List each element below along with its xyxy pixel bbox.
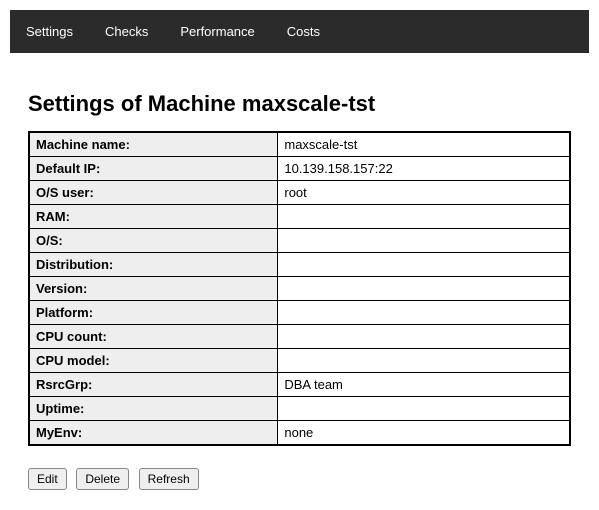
detail-label: RAM: bbox=[29, 205, 278, 229]
detail-label: RsrcGrp: bbox=[29, 373, 278, 397]
table-row: Distribution: bbox=[29, 253, 570, 277]
detail-label: Uptime: bbox=[29, 397, 278, 421]
nav-costs[interactable]: Costs bbox=[271, 10, 336, 53]
detail-value: root bbox=[278, 181, 570, 205]
delete-button[interactable]: Delete bbox=[76, 468, 129, 490]
nav-settings[interactable]: Settings bbox=[10, 10, 89, 53]
table-row: MyEnv:none bbox=[29, 421, 570, 446]
detail-label: CPU count: bbox=[29, 325, 278, 349]
table-row: Uptime: bbox=[29, 397, 570, 421]
nav-performance[interactable]: Performance bbox=[164, 10, 270, 53]
detail-label: Default IP: bbox=[29, 157, 278, 181]
table-row: Machine name:maxscale-tst bbox=[29, 132, 570, 157]
details-table: Machine name:maxscale-tstDefault IP:10.1… bbox=[28, 131, 571, 446]
table-row: CPU count: bbox=[29, 325, 570, 349]
detail-label: Version: bbox=[29, 277, 278, 301]
detail-label: Platform: bbox=[29, 301, 278, 325]
table-row: Platform: bbox=[29, 301, 570, 325]
table-row: CPU model: bbox=[29, 349, 570, 373]
detail-value bbox=[278, 229, 570, 253]
detail-value: none bbox=[278, 421, 570, 446]
page-title: Settings of Machine maxscale-tst bbox=[28, 91, 571, 117]
detail-value bbox=[278, 325, 570, 349]
table-row: O/S: bbox=[29, 229, 570, 253]
detail-label: CPU model: bbox=[29, 349, 278, 373]
edit-button[interactable]: Edit bbox=[28, 468, 67, 490]
navbar: Settings Checks Performance Costs bbox=[10, 10, 589, 53]
table-row: RAM: bbox=[29, 205, 570, 229]
refresh-button[interactable]: Refresh bbox=[139, 468, 199, 490]
detail-value: maxscale-tst bbox=[278, 132, 570, 157]
detail-value: DBA team bbox=[278, 373, 570, 397]
detail-value: 10.139.158.157:22 bbox=[278, 157, 570, 181]
detail-value bbox=[278, 205, 570, 229]
table-row: RsrcGrp:DBA team bbox=[29, 373, 570, 397]
detail-value bbox=[278, 253, 570, 277]
detail-label: O/S: bbox=[29, 229, 278, 253]
table-row: Default IP:10.139.158.157:22 bbox=[29, 157, 570, 181]
detail-label: O/S user: bbox=[29, 181, 278, 205]
detail-value bbox=[278, 397, 570, 421]
content: Settings of Machine maxscale-tst Machine… bbox=[0, 63, 599, 510]
detail-label: Machine name: bbox=[29, 132, 278, 157]
nav-checks[interactable]: Checks bbox=[89, 10, 164, 53]
button-row: Edit Delete Refresh bbox=[28, 468, 571, 490]
detail-value bbox=[278, 349, 570, 373]
detail-label: Distribution: bbox=[29, 253, 278, 277]
table-row: O/S user:root bbox=[29, 181, 570, 205]
detail-value bbox=[278, 301, 570, 325]
detail-value bbox=[278, 277, 570, 301]
table-row: Version: bbox=[29, 277, 570, 301]
detail-label: MyEnv: bbox=[29, 421, 278, 446]
